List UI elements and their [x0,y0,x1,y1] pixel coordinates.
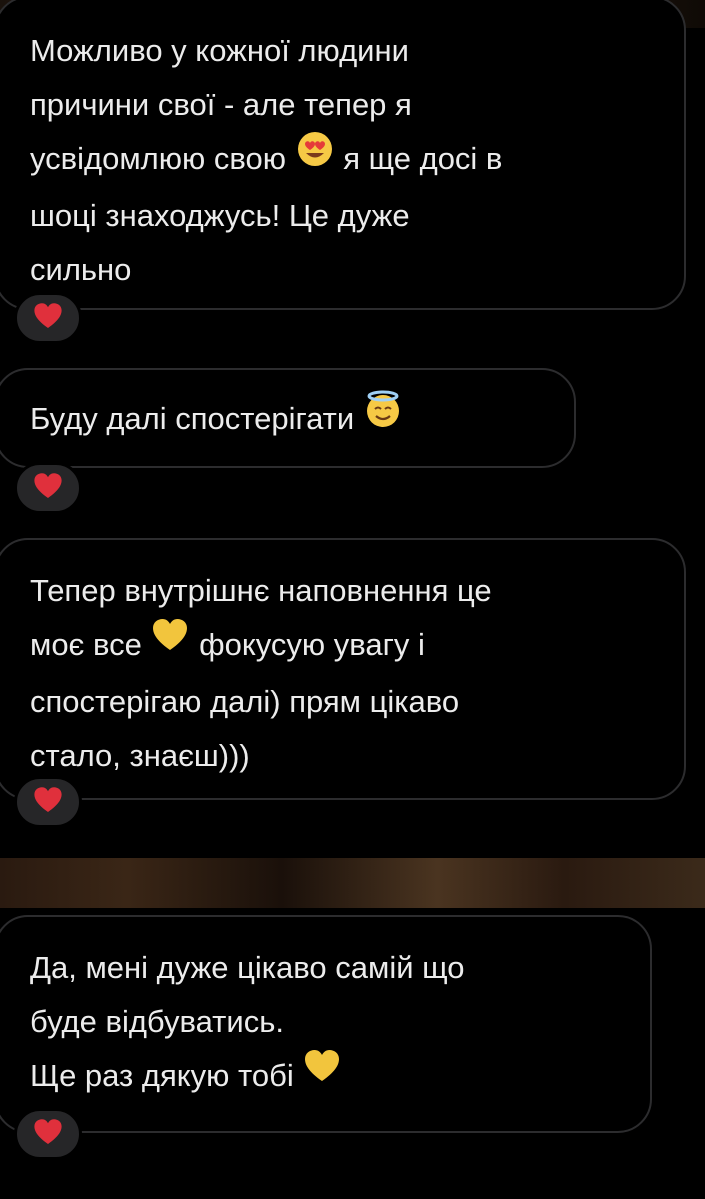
message-line: Буду далі спостерігати [30,389,574,449]
message-line: моє все фокусую увагу і [30,618,684,675]
message-line: причини свої - але тепер я [30,78,684,132]
message-text: шоці знаходжусь! Це дуже [30,198,410,234]
heart-eyes-icon [295,129,335,186]
yellow-heart-icon [150,615,190,672]
reaction-badge[interactable] [14,776,82,828]
message-text: спостерігаю далі) прям цікаво [30,684,460,720]
reaction-badge[interactable] [14,462,82,514]
message-text: стало, знаєш))) [30,738,250,774]
message-line: Тепер внутрішнє наповнення це [30,564,684,618]
photo-strip-divider [0,858,705,908]
red-heart-icon [32,1116,64,1153]
message-text: Буду далі спостерігати [30,401,363,436]
message-text: Тепер внутрішнє наповнення це [30,573,492,608]
yellow-heart-icon [302,1046,342,1103]
message-bubble[interactable]: Можливо у кожної людини причини свої - ал… [0,0,686,310]
message-line: стало, знаєш))) [30,729,684,783]
red-heart-icon [32,784,64,821]
red-heart-icon [32,470,64,507]
message-line: усвідомлюю свою я ще досі в [30,132,684,189]
message-text: усвідомлюю свою [30,141,295,176]
message-text: фокусую увагу і [190,627,425,662]
message-line: буде відбуватись. [30,995,650,1049]
message-bubble[interactable]: Да, мені дуже цікаво самій що буде відбув… [0,915,652,1133]
message-text: моє все [30,627,151,662]
reaction-badge[interactable] [14,292,82,344]
message-text: Да, мені дуже цікаво самій що [30,950,465,985]
message-line: Ще раз дякую тобі [30,1049,650,1106]
message-text: сильно [30,252,132,288]
message-line: сильно [30,243,684,297]
red-heart-icon [32,300,64,337]
message-text: причини свої - але тепер я [30,87,412,122]
message-text: буде відбуватись. [30,1004,284,1039]
message-line: Можливо у кожної людини [30,24,684,78]
reaction-badge[interactable] [14,1108,82,1160]
halo-smile-icon [363,389,403,446]
message-text: я ще досі в [334,141,503,176]
message-line: спостерігаю далі) прям цікаво [30,675,684,729]
message-text: Можливо у кожної людини [30,33,409,68]
message-bubble[interactable]: Тепер внутрішнє наповнення це моє все фок… [0,538,686,800]
message-text: Ще раз дякую тобі [30,1058,303,1093]
message-bubble[interactable]: Буду далі спостерігати [0,368,576,468]
message-line: Да, мені дуже цікаво самій що [30,941,650,995]
message-line: шоці знаходжусь! Це дуже [30,189,684,243]
